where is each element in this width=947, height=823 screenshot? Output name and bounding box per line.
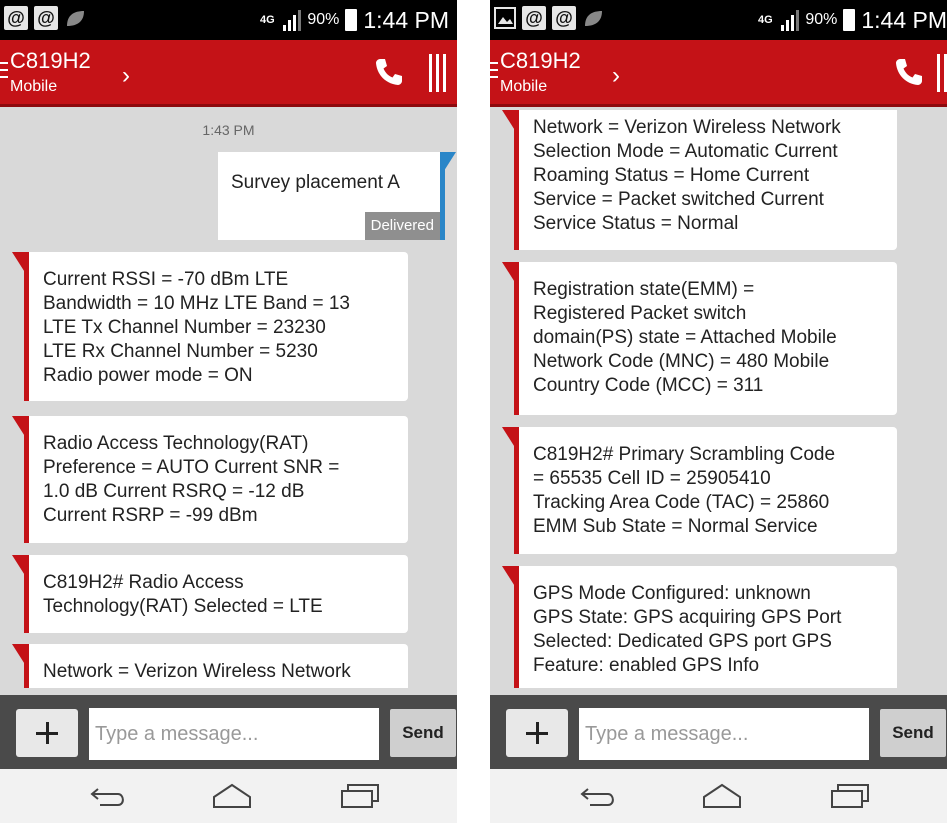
home-icon[interactable] — [702, 781, 742, 811]
phone-call-icon[interactable] — [893, 56, 925, 88]
conversation-list[interactable]: Network = Verizon Wireless Network Selec… — [490, 110, 947, 688]
battery-icon — [843, 9, 856, 31]
delivered-badge: Delivered — [364, 212, 440, 240]
overflow-menu-icon[interactable] — [429, 54, 447, 92]
overflow-menu-icon[interactable] — [937, 54, 947, 92]
message-line: GPS State: GPS acquiring GPS Port — [533, 607, 842, 628]
incoming-message[interactable]: Radio Access Technology(RAT) Preference … — [24, 416, 408, 543]
phone-screen-right: @ @ 4G 90% 1:44 PM C819H2 Mobile › Netwo… — [490, 0, 947, 823]
message-line: Current RSRP = -99 dBm — [43, 505, 258, 526]
attach-button[interactable] — [16, 709, 78, 757]
app-bar: C819H2 Mobile › — [0, 40, 457, 107]
contact-type: Mobile — [10, 78, 58, 95]
message-line: Selected: Dedicated GPS port GPS — [533, 631, 832, 652]
app-bar: C819H2 Mobile › — [490, 40, 947, 107]
incoming-message[interactable]: Network = Verizon Wireless Network Selec… — [514, 110, 897, 250]
message-timestamp: 1:43 PM — [202, 122, 255, 138]
incoming-message[interactable]: C819H2# Primary Scrambling Code = 65535 … — [514, 427, 897, 554]
chevron-right-icon[interactable]: › — [612, 62, 620, 90]
battery-percent: 90% — [805, 11, 838, 28]
at-notification-icon: @ — [4, 6, 28, 30]
home-icon[interactable] — [212, 781, 252, 811]
navigation-bar — [490, 769, 947, 823]
message-input[interactable] — [89, 708, 379, 760]
message-line: Bandwidth = 10 MHz LTE Band = 13 — [43, 293, 350, 314]
attach-button[interactable] — [506, 709, 568, 757]
network-type: 4G — [259, 14, 275, 26]
bubble-tail — [442, 152, 456, 174]
battery-icon — [345, 9, 358, 31]
message-line: EMM Sub State = Normal Service — [533, 516, 818, 537]
message-line: 1.0 dB Current RSRQ = -12 dB — [43, 481, 305, 502]
send-button[interactable]: Send — [390, 709, 456, 757]
message-line: Network Code (MNC) = 480 Mobile — [533, 351, 830, 372]
navigation-bar — [0, 769, 457, 823]
message-line: LTE Rx Channel Number = 5230 — [43, 341, 318, 362]
incoming-message[interactable]: Current RSSI = -70 dBm LTE Bandwidth = 1… — [24, 252, 408, 401]
status-bar: @ @ 4G 90% 1:44 PM — [490, 0, 947, 40]
back-icon[interactable] — [578, 781, 618, 811]
leaf-icon — [585, 11, 602, 26]
contact-name[interactable]: C819H2 — [10, 48, 91, 74]
message-line: LTE Tx Channel Number = 23230 — [43, 317, 326, 338]
menu-icon[interactable] — [490, 62, 498, 83]
message-line: Network = Verizon Wireless Network — [533, 117, 841, 138]
status-bar: @ @ 4G 90% 1:44 PM — [0, 0, 457, 40]
message-line: Network = Verizon Wireless Network — [43, 661, 351, 682]
incoming-message[interactable]: GPS Mode Configured: unknown GPS State: … — [514, 566, 897, 688]
outgoing-message-text: Survey placement A — [231, 172, 400, 193]
message-line: C819H2# Radio Access — [43, 572, 244, 593]
at-notification-icon: @ — [552, 6, 576, 30]
message-line: Service = Packet switched Current — [533, 189, 824, 210]
at-notification-icon: @ — [522, 6, 546, 30]
message-line: Service Status = Normal — [533, 213, 739, 234]
message-line: Radio power mode = ON — [43, 365, 253, 386]
message-line: Registration state(EMM) = — [533, 279, 755, 300]
recent-apps-icon[interactable] — [340, 781, 380, 811]
battery-percent: 90% — [307, 11, 340, 28]
message-line: C819H2# Primary Scrambling Code — [533, 444, 836, 465]
message-input[interactable] — [579, 708, 869, 760]
message-line: Roaming Status = Home Current — [533, 165, 810, 186]
message-line: domain(PS) state = Attached Mobile — [533, 327, 837, 348]
message-line: Radio Access Technology(RAT) — [43, 433, 309, 454]
outgoing-message[interactable]: Survey placement A Delivered — [218, 152, 445, 240]
incoming-message[interactable]: Registration state(EMM) = Registered Pac… — [514, 262, 897, 415]
contact-type: Mobile — [500, 78, 548, 95]
signal-strength-icon — [781, 9, 800, 31]
compose-bar: Send — [0, 695, 457, 769]
at-notification-icon: @ — [34, 6, 58, 30]
message-line: Technology(RAT) Selected = LTE — [43, 596, 323, 617]
message-line: Country Code (MCC) = 311 — [533, 375, 764, 396]
network-type: 4G — [757, 14, 773, 26]
chevron-right-icon[interactable]: › — [122, 62, 130, 90]
clock: 1:44 PM — [363, 6, 449, 33]
signal-strength-icon — [283, 9, 302, 31]
phone-call-icon[interactable] — [373, 56, 405, 88]
message-line: Current RSSI = -70 dBm LTE — [43, 269, 289, 290]
conversation-list[interactable]: 1:43 PM Survey placement A Delivered Cur… — [0, 110, 457, 688]
incoming-message[interactable]: C819H2# Radio Access Technology(RAT) Sel… — [24, 555, 408, 633]
menu-icon[interactable] — [0, 62, 8, 83]
message-line: Registered Packet switch — [533, 303, 747, 324]
message-line: Selection Mode = Automatic Current — [533, 141, 838, 162]
send-button[interactable]: Send — [880, 709, 946, 757]
phone-screen-left: @ @ 4G 90% 1:44 PM C819H2 Mobile › 1:43 … — [0, 0, 457, 823]
message-line: Tracking Area Code (TAC) = 25860 — [533, 492, 830, 513]
contact-name[interactable]: C819H2 — [500, 48, 581, 74]
message-line: GPS Mode Configured: unknown — [533, 583, 811, 604]
incoming-message[interactable]: Network = Verizon Wireless Network — [24, 644, 408, 688]
message-line: Feature: enabled GPS Info — [533, 655, 760, 676]
leaf-icon — [67, 11, 84, 26]
back-icon[interactable] — [88, 781, 128, 811]
message-line: Preference = AUTO Current SNR = — [43, 457, 340, 478]
message-line: = 65535 Cell ID = 25905410 — [533, 468, 771, 489]
recent-apps-icon[interactable] — [830, 781, 870, 811]
image-notification-icon — [494, 7, 516, 29]
clock: 1:44 PM — [861, 6, 947, 33]
compose-bar: Send — [490, 695, 947, 769]
